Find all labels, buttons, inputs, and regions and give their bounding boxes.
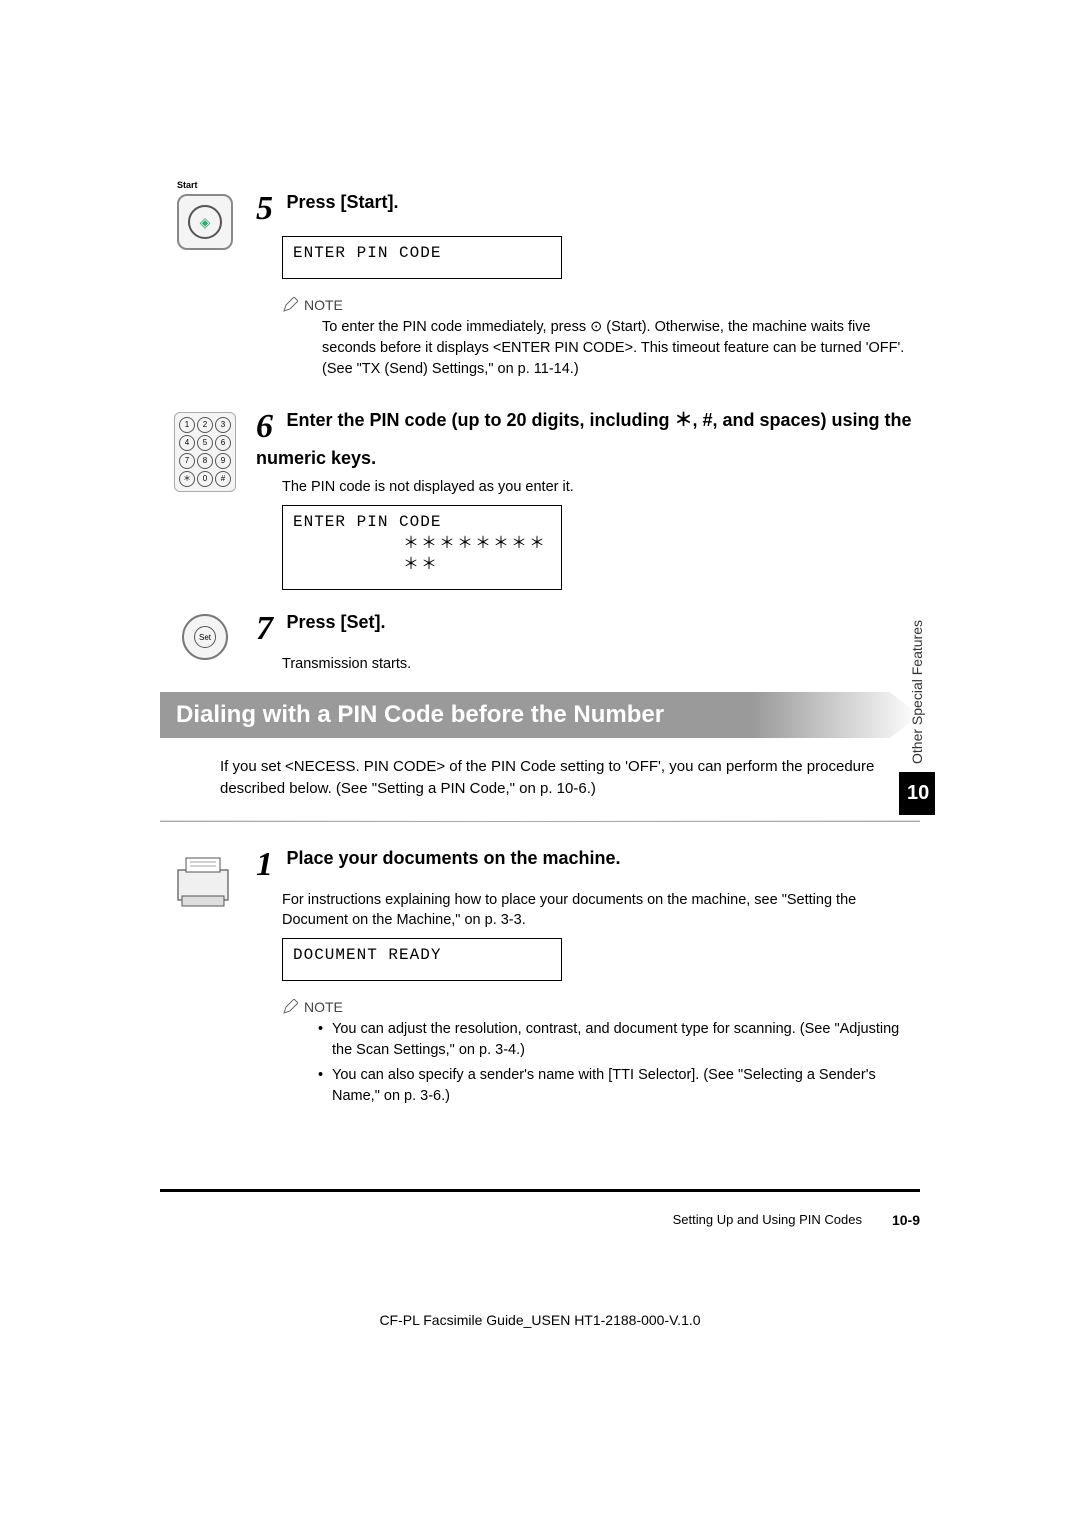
note-label: NOTE: [282, 999, 920, 1015]
footer-section: Setting Up and Using PIN Codes: [673, 1212, 862, 1228]
step-title: Enter the PIN code (up to 20 digits, inc…: [256, 410, 912, 468]
printer-icon: [172, 850, 238, 912]
lcd-display: ENTER PIN CODE: [282, 236, 562, 279]
bullet-item: You can adjust the resolution, contrast,…: [322, 1019, 920, 1061]
note-label: NOTE: [282, 297, 920, 313]
footer-rule: [160, 1189, 920, 1192]
pencil-icon: [282, 999, 298, 1015]
set-label: Set: [194, 626, 216, 648]
numeric-keypad-icon: 123 456 789 ＊0#: [174, 412, 236, 492]
start-glyph: ◈: [188, 205, 222, 239]
set-button-icon: Set: [160, 610, 250, 660]
set-icon: Set: [172, 604, 237, 669]
step-number: 6: [256, 408, 282, 446]
note-body: To enter the PIN code immediately, press…: [282, 317, 920, 380]
step-number: 7: [256, 610, 282, 648]
note-bullets: You can adjust the resolution, contrast,…: [282, 1019, 920, 1107]
page-footer: Setting Up and Using PIN Codes 10-9: [160, 1189, 920, 1228]
start-button-icon: Start ◈: [160, 190, 250, 250]
side-tab-number: 10: [899, 772, 935, 815]
document-footer: CF-PL Facsimile Guide_USEN HT1-2188-000-…: [0, 1312, 1080, 1328]
note-text-label: NOTE: [304, 297, 343, 313]
step-body: The PIN code is not displayed as you ent…: [282, 477, 920, 497]
start-label: Start: [177, 180, 198, 190]
lcd-display: DOCUMENT READY: [282, 938, 562, 981]
step-title: Place your documents on the machine.: [286, 848, 620, 868]
lcd-line1: ENTER PIN CODE: [293, 512, 551, 533]
keypad-icon: 123 456 789 ＊0#: [160, 408, 250, 492]
page-number: 10-9: [892, 1212, 920, 1228]
step-number: 5: [256, 190, 282, 228]
section-intro: If you set <NECESS. PIN CODE> of the PIN…: [220, 756, 900, 800]
bullet-item: You can also specify a sender's name wit…: [322, 1065, 920, 1107]
lcd-display: ENTER PIN CODE ＊＊＊＊＊＊＊＊＊＊: [282, 505, 562, 589]
step-6: 123 456 789 ＊0# 6 Enter the PIN code (up…: [160, 408, 920, 590]
step-1: 1 Place your documents on the machine. F…: [160, 846, 920, 1117]
step-5: Start ◈ 5 Press [Start]. ENTER PIN CODE …: [160, 190, 920, 390]
lcd-line2: ＊＊＊＊＊＊＊＊＊＊: [293, 533, 551, 575]
note-text-label: NOTE: [304, 999, 343, 1015]
step-number: 1: [256, 846, 282, 884]
side-tab: Other Special Features 10: [899, 620, 935, 815]
step-title: Press [Start].: [286, 192, 398, 212]
printer-icon-col: [160, 846, 250, 912]
section-heading: Dialing with a PIN Code before the Numbe…: [160, 692, 920, 738]
step-body: For instructions explaining how to place…: [282, 890, 920, 931]
pencil-icon: [282, 297, 298, 313]
step-body: Transmission starts.: [282, 654, 920, 674]
side-tab-text: Other Special Features: [909, 620, 925, 764]
divider: [160, 820, 920, 822]
step-7: Set 7 Press [Set]. Transmission starts.: [160, 610, 920, 674]
step-title: Press [Set].: [286, 612, 385, 632]
start-icon: ◈: [177, 194, 233, 250]
